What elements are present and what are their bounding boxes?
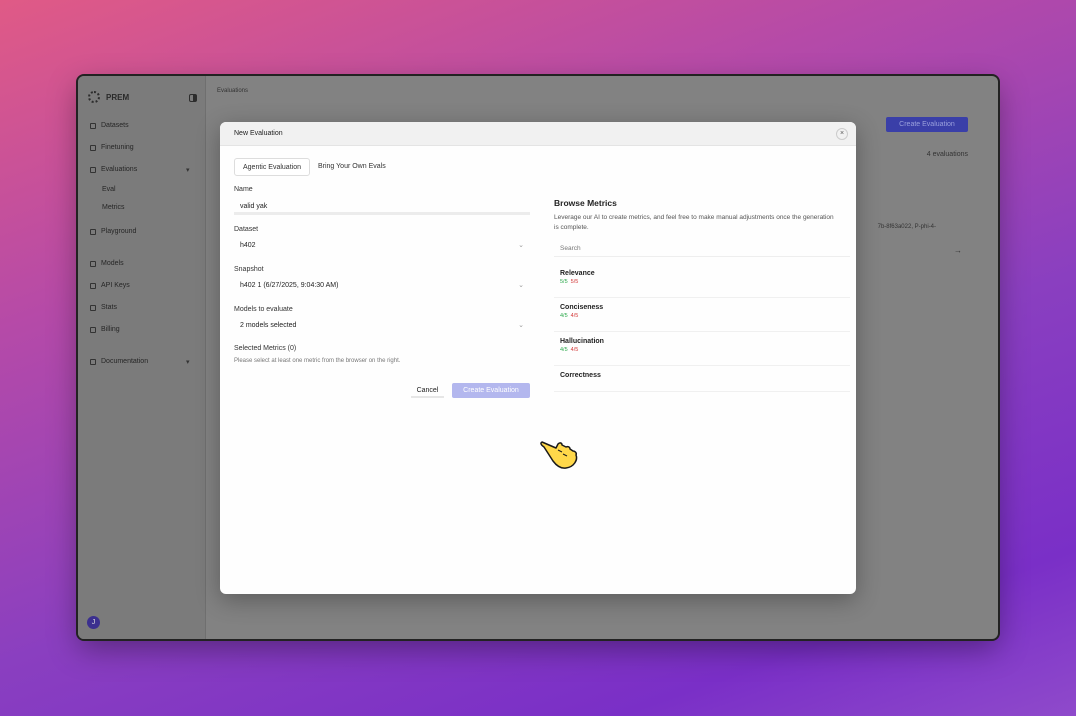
sidebar-item-api-keys[interactable]: API Keys bbox=[90, 282, 130, 289]
chevron-down-icon: ⌄ bbox=[518, 322, 524, 329]
sidebar-toggle-icon[interactable] bbox=[189, 94, 197, 102]
sidebar-item-label: Stats bbox=[101, 304, 117, 311]
sidebar-subitem-eval[interactable]: Eval bbox=[102, 186, 116, 193]
selected-metrics-label: Selected Metrics (0) bbox=[234, 345, 297, 352]
modal-title: New Evaluation bbox=[234, 130, 283, 137]
models-label: Models to evaluate bbox=[234, 306, 293, 313]
sidebar-item-label: Documentation bbox=[101, 358, 149, 365]
cancel-button[interactable]: Cancel bbox=[411, 383, 444, 398]
sidebar-subitem-metrics[interactable]: Metrics bbox=[102, 204, 125, 211]
credit-card-icon bbox=[90, 326, 96, 333]
metric-name: Relevance bbox=[560, 270, 595, 277]
play-icon bbox=[90, 228, 96, 235]
name-label: Name bbox=[234, 186, 253, 193]
metric-scores: 4/5 4/5 bbox=[560, 347, 850, 353]
sidebar-item-label: Models bbox=[101, 260, 124, 267]
sidebar-item-label: Evaluations bbox=[101, 166, 138, 173]
create-evaluation-button[interactable]: Create Evaluation bbox=[886, 117, 968, 132]
sidebar-item-stats[interactable]: Stats bbox=[90, 304, 117, 311]
snapshot-select[interactable]: h402 1 (6/27/2025, 9:04:30 AM) ⌄ bbox=[234, 278, 530, 294]
sidebar-item-models[interactable]: Models bbox=[90, 260, 124, 267]
metric-scores: 4/5 4/5 bbox=[560, 313, 850, 319]
sidebar-item-datasets[interactable]: Datasets bbox=[90, 122, 129, 129]
evaluation-row-models: 7b-8f63a022, P-phi-4- bbox=[877, 224, 936, 230]
chevron-down-icon: ⌄ bbox=[518, 282, 524, 289]
chevron-down-icon: ⌄ bbox=[518, 242, 524, 249]
metric-score-bad: 4/5 bbox=[570, 313, 579, 319]
models-select[interactable]: 2 models selected ⌄ bbox=[234, 318, 530, 334]
metric-score-good: 5/5 bbox=[560, 279, 568, 285]
sidebar-item-label: Datasets bbox=[101, 122, 129, 129]
dataset-select[interactable]: h402 ⌄ bbox=[234, 238, 530, 254]
metric-score-bad: 4/5 bbox=[570, 347, 579, 353]
key-icon bbox=[90, 282, 96, 289]
snapshot-value: h402 1 (6/27/2025, 9:04:30 AM) bbox=[240, 282, 339, 289]
sidebar-item-billing[interactable]: Billing bbox=[90, 326, 120, 333]
close-icon[interactable]: × bbox=[836, 128, 848, 140]
new-evaluation-modal: New Evaluation × Agentic Evaluation Brin… bbox=[220, 122, 856, 594]
metric-score-bad: 5/5 bbox=[570, 279, 579, 285]
dataset-value: h402 bbox=[240, 242, 256, 249]
tab-agentic-evaluation[interactable]: Agentic Evaluation bbox=[234, 158, 310, 176]
chevron-down-icon[interactable]: ▾ bbox=[186, 166, 190, 174]
sidebar-item-label: Finetuning bbox=[101, 144, 134, 151]
chart-icon bbox=[90, 304, 96, 311]
brand-name: PREM bbox=[106, 92, 130, 102]
metric-name: Conciseness bbox=[560, 304, 604, 311]
sidebar-item-label: API Keys bbox=[101, 282, 130, 289]
browse-metrics-description: Leverage our AI to create metrics, and f… bbox=[554, 214, 834, 231]
sidebar-item-finetuning[interactable]: Finetuning bbox=[90, 144, 134, 151]
name-field[interactable]: valid yak bbox=[234, 199, 530, 215]
cube-icon bbox=[90, 260, 96, 267]
sidebar: PREM Datasets Finetuning Evaluations ▾ E… bbox=[78, 76, 206, 639]
database-icon bbox=[90, 122, 96, 129]
sliders-icon bbox=[90, 144, 96, 151]
dataset-label: Dataset bbox=[234, 226, 259, 233]
chevron-down-icon[interactable]: ▾ bbox=[186, 358, 190, 366]
metric-score-good: 4/5 bbox=[560, 347, 568, 353]
metrics-search-input[interactable]: Search bbox=[554, 241, 850, 257]
metric-scores: 5/5 5/5 bbox=[560, 279, 850, 285]
metric-name: Correctness bbox=[560, 372, 601, 379]
snapshot-label: Snapshot bbox=[234, 266, 264, 273]
modal-header: New Evaluation × bbox=[220, 122, 856, 146]
sidebar-item-label: Billing bbox=[101, 326, 120, 333]
metric-item-correctness[interactable]: Correctness bbox=[554, 366, 850, 392]
sidebar-item-playground[interactable]: Playground bbox=[90, 228, 136, 235]
evaluation-tabs: Agentic Evaluation Bring Your Own Evals bbox=[234, 158, 394, 176]
prem-logo-icon bbox=[88, 91, 100, 103]
metric-score-good: 4/5 bbox=[560, 313, 568, 319]
sidebar-item-label: Playground bbox=[101, 228, 137, 235]
metric-item-conciseness[interactable]: Conciseness 4/5 4/5 bbox=[554, 298, 850, 332]
browse-metrics-title: Browse Metrics bbox=[554, 198, 617, 208]
hand-pointer-icon bbox=[540, 441, 578, 469]
avatar[interactable]: J bbox=[87, 616, 100, 629]
selected-metrics-hint: Please select at least one metric from t… bbox=[234, 358, 401, 364]
models-value: 2 models selected bbox=[240, 322, 297, 329]
create-evaluation-submit-button[interactable]: Create Evaluation bbox=[452, 383, 530, 398]
brand[interactable]: PREM bbox=[88, 91, 129, 103]
evaluations-count: 4 evaluations bbox=[926, 151, 968, 158]
sidebar-item-evaluations[interactable]: Evaluations bbox=[90, 166, 137, 173]
browse-metrics-panel: Browse Metrics Leverage our AI to create… bbox=[554, 198, 854, 392]
metric-item-relevance[interactable]: Relevance 5/5 5/5 bbox=[554, 264, 850, 298]
metric-name: Hallucination bbox=[560, 338, 604, 345]
arrow-right-icon[interactable]: → bbox=[954, 246, 962, 255]
metric-item-hallucination[interactable]: Hallucination 4/5 4/5 bbox=[554, 332, 850, 366]
document-icon bbox=[90, 358, 96, 365]
sidebar-item-documentation[interactable]: Documentation bbox=[90, 358, 148, 365]
breadcrumb[interactable]: Evaluations bbox=[217, 88, 248, 94]
clipboard-icon bbox=[90, 166, 96, 173]
tab-bring-your-own-evals[interactable]: Bring Your Own Evals bbox=[310, 158, 394, 176]
